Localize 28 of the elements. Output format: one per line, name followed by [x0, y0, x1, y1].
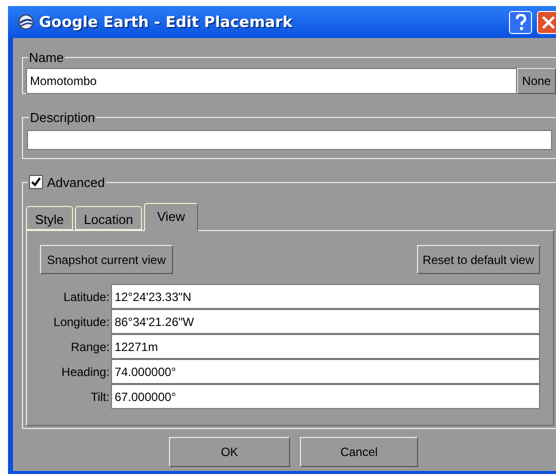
ok-button[interactable]: OK	[169, 436, 290, 466]
close-icon[interactable]	[537, 10, 556, 34]
field-label: Heading:	[60, 364, 111, 380]
tab[interactable]: Location	[74, 206, 142, 230]
field-label: Tilt:	[90, 388, 111, 406]
checkbox[interactable]	[29, 175, 43, 190]
field-label: Range:	[70, 338, 111, 356]
snapshot-button[interactable]: Snapshot current view	[40, 245, 173, 274]
description-field[interactable]	[27, 130, 552, 150]
checkbox-label[interactable]: Advanced	[47, 172, 105, 192]
value-field[interactable]: 74.000000°	[110, 359, 540, 384]
group-label: Description	[29, 109, 96, 127]
value-field[interactable]: 67.000000°	[110, 384, 540, 409]
reset-button[interactable]: Reset to default view	[416, 245, 540, 274]
group-label: Name	[28, 49, 65, 67]
none-button[interactable]: None	[517, 68, 556, 94]
help-icon[interactable]	[509, 10, 532, 34]
field-label: Latitude:	[62, 288, 111, 306]
tab[interactable]: View	[144, 203, 198, 231]
field-label: Longitude:	[52, 314, 111, 330]
globe-icon	[18, 14, 34, 30]
value-field[interactable]: 12271m	[110, 334, 540, 359]
tab[interactable]: Style	[26, 206, 73, 230]
window-title: Google Earth - Edit Placemark	[39, 12, 292, 33]
value-field[interactable]: 12°24'23.33"N	[110, 284, 540, 309]
value-field[interactable]: 86°34'21.26"W	[110, 309, 540, 334]
name-field[interactable]: Momotombo	[26, 68, 517, 94]
cancel-button[interactable]: Cancel	[300, 436, 418, 466]
